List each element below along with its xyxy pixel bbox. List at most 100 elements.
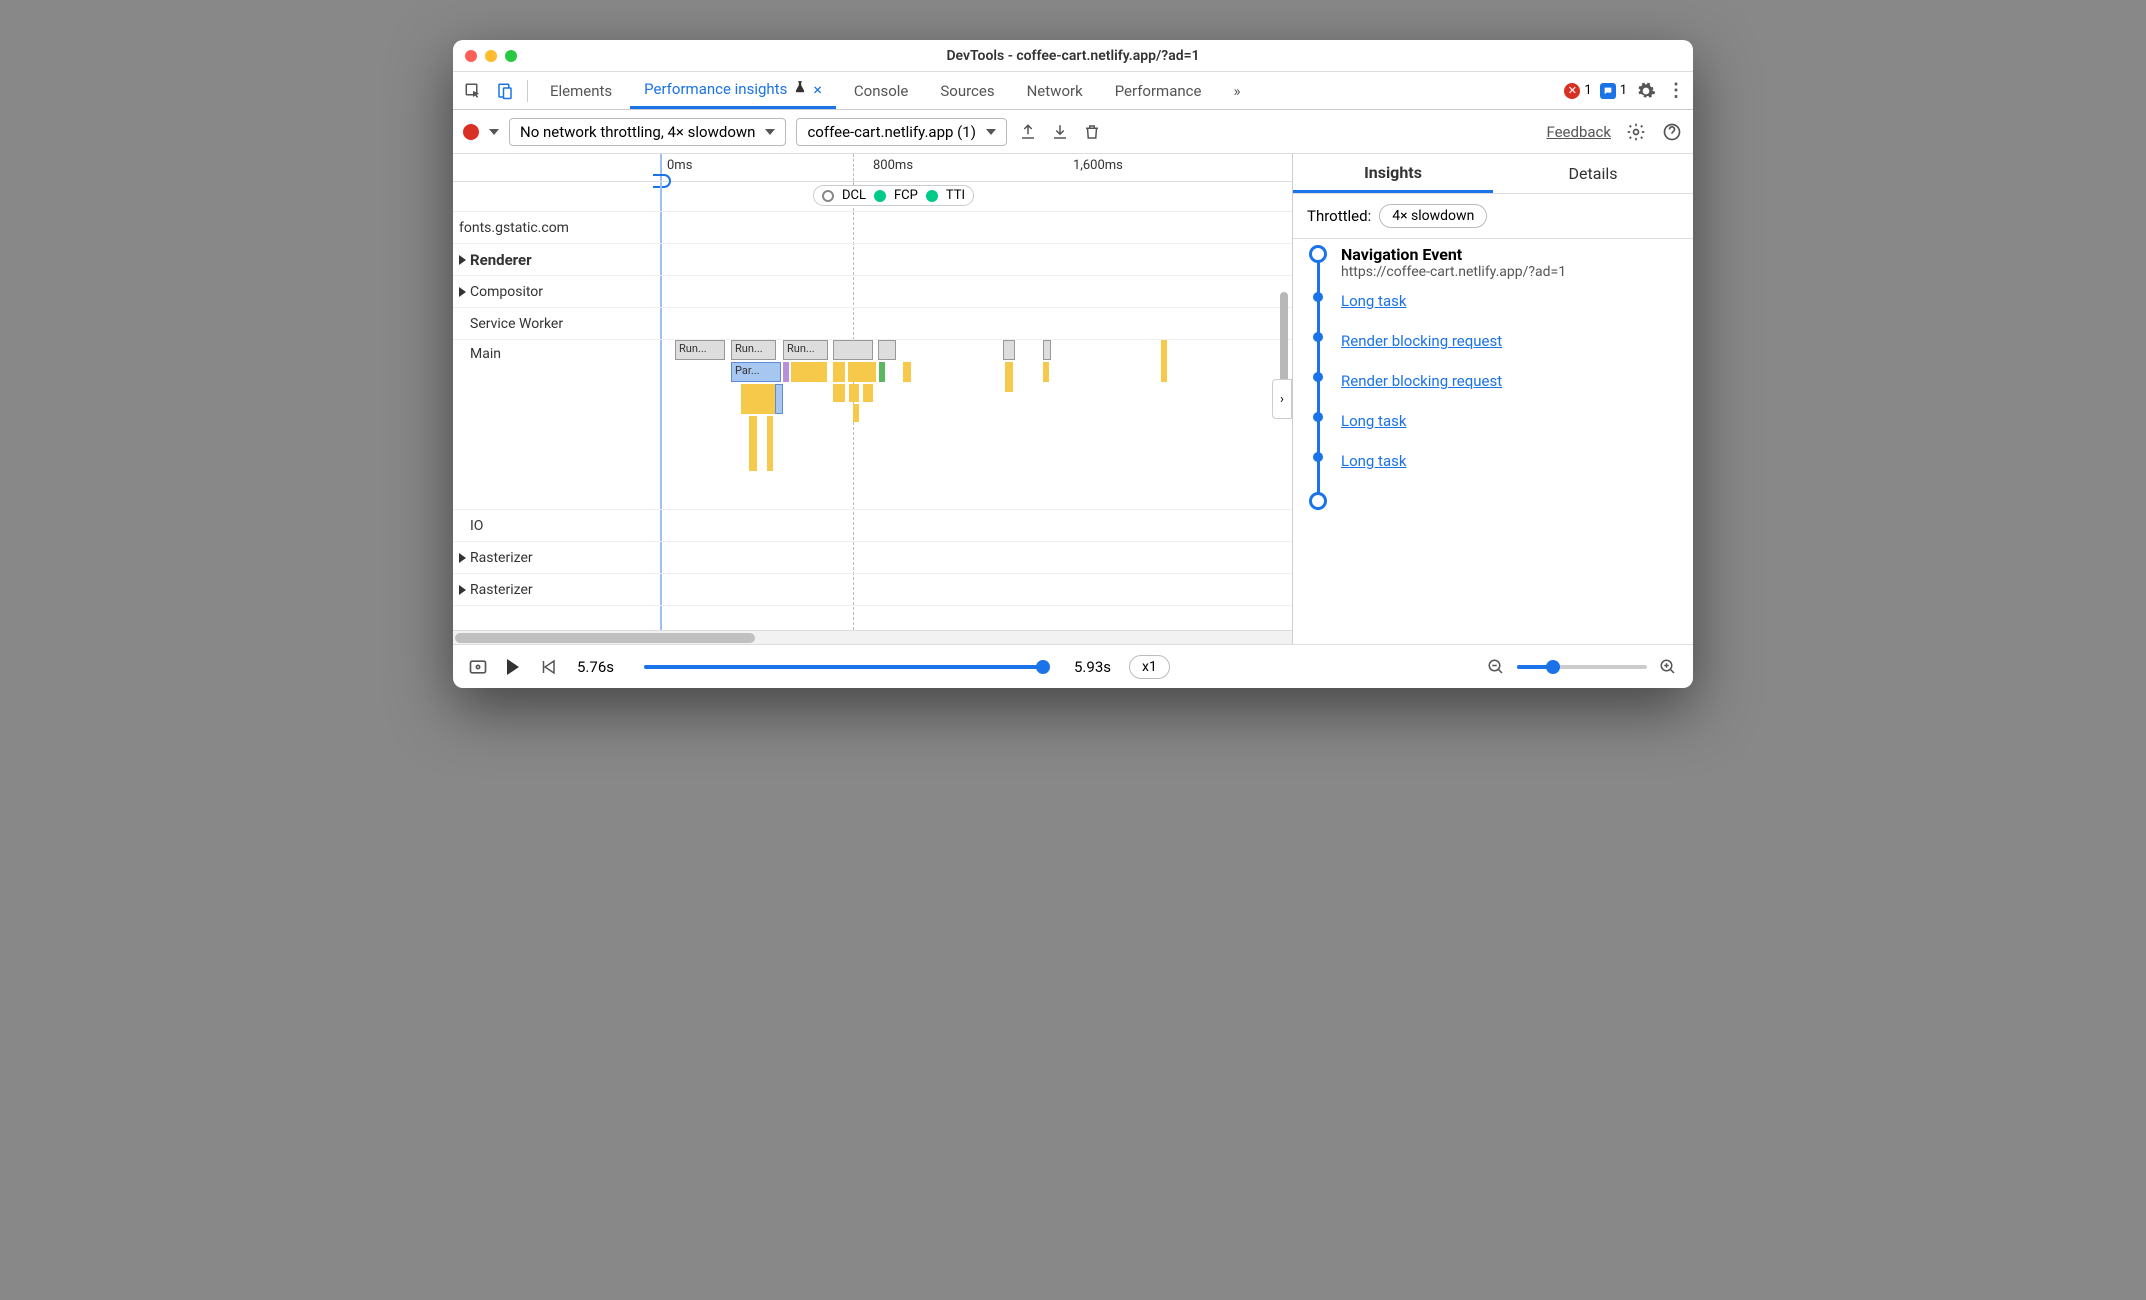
flame-block[interactable] — [741, 384, 779, 414]
event-title: Navigation Event — [1341, 245, 1566, 264]
zoom-slider[interactable] — [1517, 665, 1647, 669]
flame-task[interactable] — [1003, 340, 1015, 360]
record-button[interactable] — [463, 124, 479, 140]
zoom-in-icon[interactable] — [1657, 656, 1679, 678]
insight-link[interactable]: Render blocking request — [1341, 372, 1502, 390]
event-url: https://coffee-cart.netlify.app/?ad=1 — [1341, 264, 1566, 280]
insight-item — [1307, 492, 1679, 510]
traffic-lights — [465, 50, 517, 62]
track-io[interactable]: IO — [453, 510, 1292, 542]
horizontal-scrollbar[interactable] — [453, 630, 1292, 644]
timeline-panel[interactable]: 0ms 800ms 1,600ms DCL FCP TTI fonts.gsta… — [453, 154, 1293, 644]
insight-link[interactable]: Render blocking request — [1341, 332, 1502, 350]
tab-performance-insights[interactable]: Performance insights × — [630, 72, 836, 109]
flame-block[interactable] — [903, 362, 911, 382]
vertical-scrollbar[interactable] — [1280, 252, 1290, 452]
expand-icon — [459, 585, 466, 595]
message-badge[interactable]: 1 — [1600, 83, 1627, 99]
settings-icon[interactable] — [1635, 80, 1657, 102]
track-rasterizer[interactable]: Rasterizer — [453, 574, 1292, 606]
flame-parse[interactable]: Par... — [731, 362, 781, 382]
insight-item: Render blocking request — [1307, 372, 1679, 412]
speed-pill[interactable]: x1 — [1129, 655, 1170, 679]
time-slider[interactable] — [644, 665, 1044, 669]
flame-task[interactable]: Run... — [731, 340, 776, 360]
flame-block[interactable] — [853, 404, 859, 422]
inspect-icon[interactable] — [459, 77, 487, 105]
flame-task[interactable]: Run... — [675, 340, 725, 360]
flame-block[interactable] — [783, 362, 789, 382]
flame-block[interactable] — [775, 384, 783, 414]
close-dot[interactable] — [465, 50, 477, 62]
main-area: 0ms 800ms 1,600ms DCL FCP TTI fonts.gsta… — [453, 154, 1693, 644]
tab-sources[interactable]: Sources — [926, 72, 1008, 109]
tab-insights[interactable]: Insights — [1293, 154, 1493, 193]
track-main[interactable]: Main Run... Run... Run... Par... — [453, 340, 1292, 510]
throttle-select[interactable]: No network throttling, 4× slowdown — [509, 118, 786, 146]
flame-block[interactable] — [1043, 362, 1049, 382]
flame-block[interactable] — [833, 362, 845, 382]
tab-performance[interactable]: Performance — [1101, 72, 1216, 109]
side-panel: Insights Details Throttled: 4× slowdown … — [1293, 154, 1693, 644]
export-icon[interactable] — [1017, 121, 1039, 143]
web-vitals-markers[interactable]: DCL FCP TTI — [813, 185, 974, 206]
track-compositor[interactable]: Compositor — [453, 276, 1292, 308]
time-end: 5.93s — [1074, 658, 1111, 676]
insight-link[interactable]: Long task — [1341, 412, 1406, 430]
marker-bar: DCL FCP TTI — [453, 182, 1292, 212]
page-select[interactable]: coffee-cart.netlify.app (1) — [796, 118, 1006, 146]
feedback-link[interactable]: Feedback — [1546, 123, 1611, 141]
track-renderer[interactable]: Renderer — [453, 244, 1292, 276]
error-badge[interactable]: ✕ 1 — [1564, 83, 1591, 99]
marker-guide — [853, 154, 854, 181]
help-icon[interactable] — [1661, 121, 1683, 143]
tab-details[interactable]: Details — [1493, 154, 1693, 193]
zoom-dot[interactable] — [505, 50, 517, 62]
time-ruler[interactable]: 0ms 800ms 1,600ms — [453, 154, 1292, 182]
zoom-out-icon[interactable] — [1485, 656, 1507, 678]
close-tab-icon[interactable]: × — [813, 80, 822, 99]
collapse-sidepane-icon[interactable]: › — [1272, 379, 1292, 419]
insight-link[interactable]: Long task — [1341, 452, 1406, 470]
insight-marker — [1313, 412, 1323, 422]
flame-block[interactable] — [833, 384, 845, 402]
device-toggle-icon[interactable] — [491, 77, 519, 105]
track-service-worker[interactable]: Service Worker — [453, 308, 1292, 340]
flame-block[interactable] — [848, 362, 876, 382]
flame-block[interactable] — [749, 416, 757, 471]
import-icon[interactable] — [1049, 121, 1071, 143]
play-button[interactable] — [507, 659, 519, 675]
flame-task[interactable] — [1043, 340, 1051, 360]
flame-block[interactable] — [1005, 362, 1013, 392]
flame-task[interactable] — [878, 340, 896, 360]
tab-network[interactable]: Network — [1013, 72, 1097, 109]
insights-list: Navigation Event https://coffee-cart.net… — [1293, 239, 1693, 510]
flame-task[interactable] — [833, 340, 873, 360]
trash-icon[interactable] — [1081, 121, 1103, 143]
message-icon — [1600, 83, 1616, 99]
record-menu-caret[interactable] — [489, 129, 499, 135]
track-row[interactable]: fonts.gstatic.com — [453, 212, 1292, 244]
flame-block[interactable] — [767, 416, 773, 471]
tab-console[interactable]: Console — [840, 72, 923, 109]
flame-block[interactable] — [849, 384, 859, 402]
track-rasterizer[interactable]: Rasterizer — [453, 542, 1292, 574]
footer: 5.76s 5.93s x1 — [453, 644, 1693, 688]
flame-block[interactable] — [863, 384, 873, 402]
expand-icon — [459, 287, 466, 297]
rewind-icon[interactable] — [537, 656, 559, 678]
insight-link[interactable]: Long task — [1341, 292, 1406, 310]
kebab-icon[interactable]: ⋮ — [1665, 80, 1687, 102]
minimize-dot[interactable] — [485, 50, 497, 62]
tabs-overflow[interactable]: » — [1219, 72, 1254, 109]
flame-block[interactable] — [879, 362, 885, 382]
gear-icon[interactable] — [1625, 121, 1647, 143]
tab-elements[interactable]: Elements — [536, 72, 626, 109]
throttle-pill[interactable]: 4× slowdown — [1379, 204, 1487, 228]
insight-marker — [1313, 292, 1323, 302]
flame-block[interactable] — [791, 362, 827, 382]
screenshot-icon[interactable] — [467, 656, 489, 678]
event-marker — [1309, 492, 1327, 510]
flame-task[interactable]: Run... — [783, 340, 828, 360]
flame-block[interactable] — [1161, 340, 1167, 382]
